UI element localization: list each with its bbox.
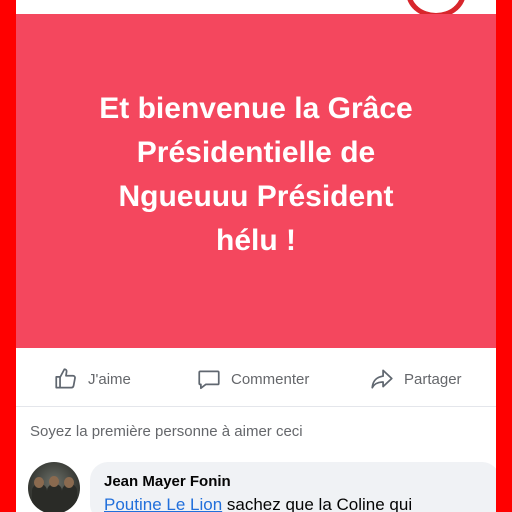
reactions-summary: Soyez la première personne à aimer ceci [30, 423, 303, 440]
post-banner: Et bienvenue la Grâce Présidentielle de … [16, 14, 496, 348]
comment-body: sachez que la Coline qui [222, 495, 413, 512]
comment-mention-link[interactable]: Poutine Le Lion [104, 495, 222, 512]
thumbs-up-icon [55, 368, 76, 389]
share-label: Partager [404, 370, 462, 388]
comment-author[interactable]: Jean Mayer Fonin [104, 473, 231, 490]
like-label: J'aime [88, 370, 131, 388]
share-arrow-icon [371, 369, 393, 389]
avatar[interactable] [28, 462, 80, 512]
post-text: Et bienvenue la Grâce Présidentielle de … [99, 92, 413, 257]
comment-label: Commenter [231, 370, 310, 388]
comment-bubble: Jean Mayer Fonin Poutine Le Lion sachez … [90, 462, 496, 512]
share-button[interactable]: Partager [369, 366, 462, 392]
comment-button[interactable]: Commenter [196, 366, 309, 392]
post-actions-bar: J'aime Commenter Partager [16, 352, 496, 407]
post-card: Et bienvenue la Grâce Présidentielle de … [16, 0, 496, 512]
comment-bubble-icon [198, 370, 220, 390]
comment-text: Poutine Le Lion sachez que la Coline qui [104, 495, 412, 512]
comment-item: Jean Mayer Fonin Poutine Le Lion sachez … [28, 460, 496, 512]
like-button[interactable]: J'aime [53, 366, 131, 392]
